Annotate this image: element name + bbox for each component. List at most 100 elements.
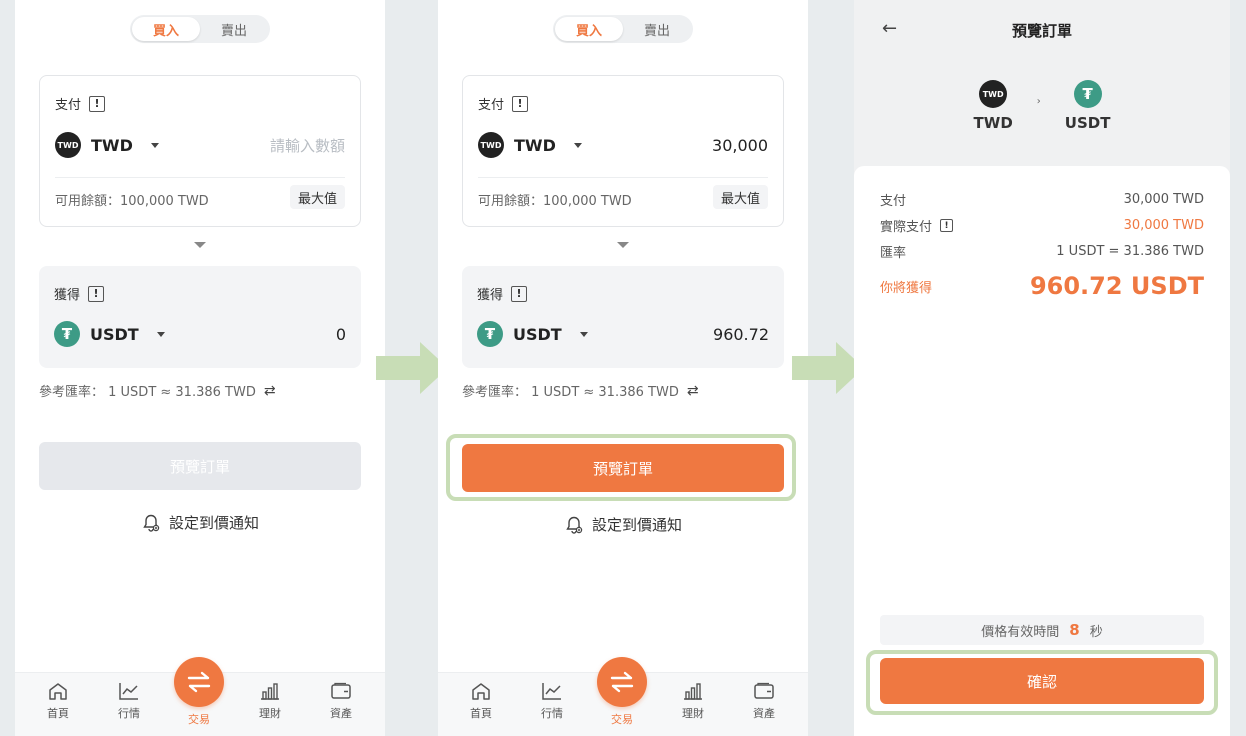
nav-market[interactable]: 行情 (527, 681, 577, 721)
reference-rate-text: 參考匯率： 1 USDT ≈ 31.386 TWD (39, 385, 256, 400)
bell-icon (143, 514, 160, 532)
pair-to-name: USDT (1064, 114, 1111, 132)
timer-unit: 秒 (1089, 624, 1103, 640)
usdt-coin-icon: ₮ (1073, 80, 1102, 108)
max-button[interactable]: 最大值 (289, 185, 345, 209)
info-icon[interactable]: ! (512, 95, 529, 112)
trade-button[interactable] (597, 657, 647, 707)
buy-sell-toggle: 買入 賣出 (130, 15, 270, 43)
nav-home-label: 首頁 (47, 707, 69, 720)
pay-amount-input[interactable]: 請輸入數額 (270, 135, 345, 156)
chevron-down-icon[interactable] (156, 331, 165, 337)
receive-label: 你將獲得 (880, 280, 933, 296)
line-chart-icon (542, 683, 561, 700)
info-icon[interactable]: ! (88, 285, 105, 302)
buy-tab[interactable]: 買入 (555, 17, 623, 41)
buy-sell-toggle: 買入 賣出 (553, 15, 693, 43)
trade-screen-empty: 買入 賣出 支付 ! TWD TWD 請輸入數額 可用餘額：100,000 TW… (15, 0, 385, 736)
pay-card: 支付 ! TWD TWD 請輸入數額 可用餘額：100,000 TWD 最大值 (39, 75, 361, 227)
divider (55, 177, 345, 178)
pay-label: 支付 (55, 98, 82, 113)
nav-assets[interactable]: 資產 (739, 681, 789, 721)
get-currency-name[interactable]: USDT (513, 325, 562, 344)
swap-arrows-icon (187, 671, 211, 693)
chevron-down-icon[interactable] (579, 331, 588, 337)
bottom-nav: 首頁 行情 交易 理財 資產 (438, 657, 808, 736)
rate-label: 匯率 (880, 246, 907, 261)
nav-assets-label: 資產 (330, 707, 352, 720)
get-amount[interactable]: 0 (336, 325, 346, 344)
get-currency-row: ₮ USDT 960.72 (477, 320, 769, 348)
swap-icon[interactable]: ⇄ (687, 383, 699, 399)
bar-chart-icon (261, 683, 279, 700)
twd-coin-icon: TWD (55, 132, 81, 158)
pay-currency-name[interactable]: TWD (514, 136, 556, 155)
bell-icon (566, 516, 583, 534)
swap-icon[interactable]: ⇄ (264, 383, 276, 399)
nav-finance[interactable]: 理財 (668, 681, 718, 721)
info-icon[interactable]: ! (511, 285, 528, 302)
nav-finance-label: 理財 (259, 707, 281, 720)
price-alert-link[interactable]: 設定到價通知 (15, 512, 385, 533)
trade-button[interactable] (174, 657, 224, 707)
pair-from-name: TWD (973, 114, 1013, 132)
nav-home[interactable]: 首頁 (456, 681, 506, 721)
chevron-down-icon[interactable] (573, 142, 582, 148)
home-icon (472, 683, 490, 700)
nav-market[interactable]: 行情 (104, 681, 154, 721)
chevron-right-icon: › (1036, 96, 1041, 107)
confirm-button[interactable]: 確認 (880, 658, 1204, 704)
pay-amount-input[interactable]: 30,000 (712, 136, 768, 155)
pay-label: 支付 (478, 98, 505, 113)
get-currency-name[interactable]: USDT (90, 325, 139, 344)
nav-home-label: 首頁 (470, 707, 492, 720)
get-card: 獲得 ! ₮ USDT 960.72 (462, 266, 784, 368)
buy-tab[interactable]: 買入 (132, 17, 200, 41)
timer-seconds: 8 (1069, 621, 1080, 639)
info-icon[interactable]: ! (89, 95, 106, 112)
nav-home[interactable]: 首頁 (33, 681, 83, 721)
nav-finance[interactable]: 理財 (245, 681, 295, 721)
sell-tab[interactable]: 賣出 (623, 17, 691, 41)
rate-value: 1 USDT = 31.386 TWD (1056, 244, 1204, 259)
available-balance: 可用餘額：100,000 TWD (478, 194, 632, 209)
reference-rate: 參考匯率： 1 USDT ≈ 31.386 TWD ⇄ (462, 381, 699, 401)
home-icon (49, 683, 67, 700)
preview-order-button[interactable]: 預覽訂單 (462, 444, 784, 492)
twd-coin-icon: TWD (478, 132, 504, 158)
actual-pay-value: 30,000 TWD (1123, 218, 1204, 233)
divider (478, 177, 768, 178)
get-currency-row: ₮ USDT 0 (54, 320, 346, 348)
bottom-nav: 首頁 行情 交易 理財 資產 (15, 657, 385, 736)
reference-rate-text: 參考匯率： 1 USDT ≈ 31.386 TWD (462, 385, 679, 400)
nav-assets[interactable]: 資產 (316, 681, 366, 721)
chevron-down-icon[interactable] (150, 142, 159, 148)
receive-value: 960.72 USDT (1029, 272, 1204, 300)
summary-row-pay: 支付 30,000 TWD (880, 190, 1204, 209)
page-title: 預覽訂單 (1011, 22, 1072, 40)
pay-currency-name[interactable]: TWD (91, 136, 133, 155)
preview-order-button[interactable]: 預覽訂單 (39, 442, 361, 490)
usdt-coin-icon: ₮ (477, 321, 503, 347)
bar-chart-icon (684, 683, 702, 700)
wallet-icon (331, 682, 351, 699)
sell-tab[interactable]: 賣出 (200, 17, 268, 41)
summary-row-rate: 匯率 1 USDT = 31.386 TWD (880, 242, 1204, 261)
pay-value: 30,000 TWD (1123, 192, 1204, 207)
actual-pay-label: 實際支付 (880, 220, 933, 235)
get-amount[interactable]: 960.72 (713, 325, 769, 344)
price-valid-timer: 價格有效時間 8 秒 (880, 615, 1204, 645)
wallet-icon (754, 682, 774, 699)
price-alert-link[interactable]: 設定到價通知 (438, 514, 808, 535)
pay-label: 支付 (880, 194, 907, 209)
nav-trade-label: 交易 (188, 713, 210, 726)
swap-arrows-icon (610, 671, 634, 693)
nav-market-label: 行情 (118, 707, 140, 720)
twd-coin-icon: TWD (979, 80, 1008, 108)
nav-trade[interactable]: 交易 (597, 657, 647, 727)
nav-trade[interactable]: 交易 (174, 657, 224, 727)
order-summary-card: 支付 30,000 TWD 實際支付 ! 30,000 TWD 匯率 1 USD… (854, 166, 1230, 736)
info-icon[interactable]: ! (940, 219, 954, 232)
max-button[interactable]: 最大值 (712, 185, 768, 209)
pay-currency-row: TWD TWD 30,000 (478, 131, 768, 159)
